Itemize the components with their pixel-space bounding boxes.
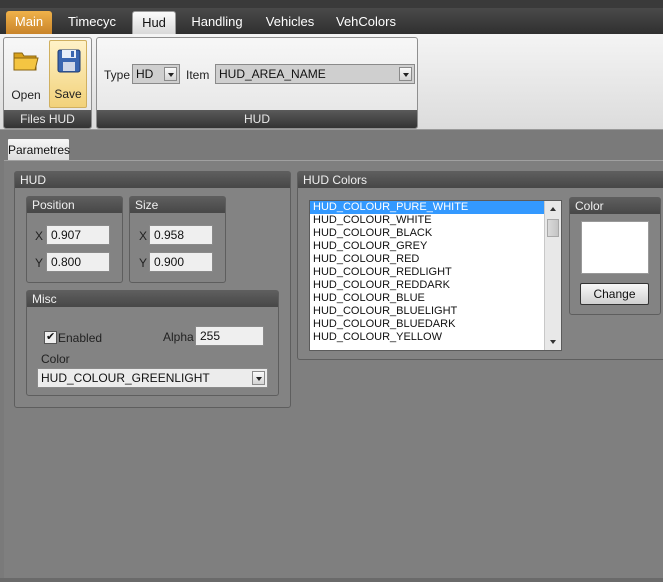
enabled-checkbox[interactable] — [44, 330, 57, 344]
open-button[interactable]: Open — [7, 40, 45, 108]
item-label: Item — [186, 68, 210, 82]
color-label: Color — [41, 352, 70, 366]
position-title: Position — [27, 197, 122, 213]
misc-color-value: HUD_COLOUR_GREENLIGHT — [41, 371, 210, 385]
size-x-input[interactable]: 0.958 — [149, 225, 213, 245]
list-item[interactable]: HUD_COLOUR_YELLOW — [310, 331, 561, 344]
type-select-value: HD — [136, 67, 154, 81]
list-item[interactable]: HUD_COLOUR_REDDARK — [310, 279, 561, 292]
list-item[interactable]: HUD_COLOUR_GREY — [310, 240, 561, 253]
size-panel: Size X 0.958 Y 0.900 — [129, 196, 226, 283]
position-y-input[interactable]: 0.800 — [46, 252, 110, 272]
list-item[interactable]: HUD_COLOUR_BLUE — [310, 292, 561, 305]
hud-colors-title: HUD Colors — [298, 172, 663, 188]
list-item[interactable]: HUD_COLOUR_PURE_WHITE — [310, 201, 561, 214]
chevron-down-icon[interactable] — [252, 371, 265, 385]
misc-panel: Misc Enabled Alpha 255 Color HUD_COLOUR_… — [26, 290, 279, 396]
hud-colors-list[interactable]: HUD_COLOUR_PURE_WHITE HUD_COLOUR_WHITE HUD… — [309, 200, 562, 351]
item-select-value: HUD_AREA_NAME — [219, 67, 326, 81]
item-select[interactable]: HUD_AREA_NAME — [215, 64, 415, 84]
position-panel: Position X 0.907 Y 0.800 — [26, 196, 123, 283]
size-y-input[interactable]: 0.900 — [149, 252, 213, 272]
hud-group-caption: HUD — [97, 110, 417, 128]
window-titlebar — [0, 0, 663, 8]
misc-title: Misc — [27, 291, 278, 307]
chevron-down-icon[interactable] — [164, 67, 177, 81]
tab-timecyc[interactable]: Timecyc — [60, 11, 124, 34]
alpha-input[interactable]: 255 — [195, 326, 264, 346]
tab-vehcolors[interactable]: VehColors — [330, 11, 402, 34]
alpha-label: Alpha — [163, 330, 194, 344]
color-panel-title: Color — [570, 198, 660, 214]
enabled-label: Enabled — [58, 331, 103, 345]
floppy-disk-icon — [57, 49, 81, 73]
ribbon: Open Save Files HUD Type HD Item HUD_ARE… — [0, 34, 663, 130]
list-item[interactable]: HUD_COLOUR_RED — [310, 253, 561, 266]
position-x-input[interactable]: 0.907 — [46, 225, 110, 245]
size-title: Size — [130, 197, 225, 213]
folder-icon — [13, 52, 39, 71]
position-x-label: X — [35, 229, 44, 243]
type-label: Type — [104, 68, 131, 82]
size-x-label: X — [139, 229, 148, 243]
color-swatch — [581, 221, 649, 274]
save-button[interactable]: Save — [49, 40, 87, 108]
scroll-up-icon[interactable] — [545, 201, 561, 217]
tab-main[interactable]: Main — [6, 11, 52, 34]
bottom-border — [0, 578, 663, 582]
list-item[interactable]: HUD_COLOUR_BLUELIGHT — [310, 305, 561, 318]
tab-parametres[interactable]: Parametres — [7, 138, 70, 161]
files-hud-group: Open Save Files HUD — [3, 37, 92, 129]
hud-panel-title: HUD — [15, 172, 290, 188]
list-item[interactable]: HUD_COLOUR_WHITE — [310, 214, 561, 227]
save-button-label: Save — [54, 87, 82, 101]
tab-handling[interactable]: Handling — [184, 11, 250, 34]
list-item[interactable]: HUD_COLOUR_BLUEDARK — [310, 318, 561, 331]
change-color-button[interactable]: Change — [580, 283, 649, 305]
ribbon-tab-bar: Main Timecyc Hud Handling Vehicles VehCo… — [0, 8, 663, 34]
misc-color-select[interactable]: HUD_COLOUR_GREENLIGHT — [37, 368, 268, 388]
size-y-label: Y — [139, 256, 148, 270]
scroll-down-icon[interactable] — [545, 334, 561, 350]
tab-vehicles[interactable]: Vehicles — [258, 11, 322, 34]
position-y-label: Y — [35, 256, 44, 270]
tab-hud[interactable]: Hud — [132, 11, 176, 34]
open-button-label: Open — [11, 88, 41, 102]
list-scrollbar[interactable] — [544, 201, 561, 350]
files-hud-caption: Files HUD — [4, 110, 91, 128]
type-select[interactable]: HD — [132, 64, 180, 84]
list-item[interactable]: HUD_COLOUR_REDLIGHT — [310, 266, 561, 279]
hud-group: Type HD Item HUD_AREA_NAME HUD — [96, 37, 418, 129]
scroll-thumb[interactable] — [547, 219, 559, 237]
list-item[interactable]: HUD_COLOUR_BLACK — [310, 227, 561, 240]
chevron-down-icon[interactable] — [399, 67, 412, 81]
